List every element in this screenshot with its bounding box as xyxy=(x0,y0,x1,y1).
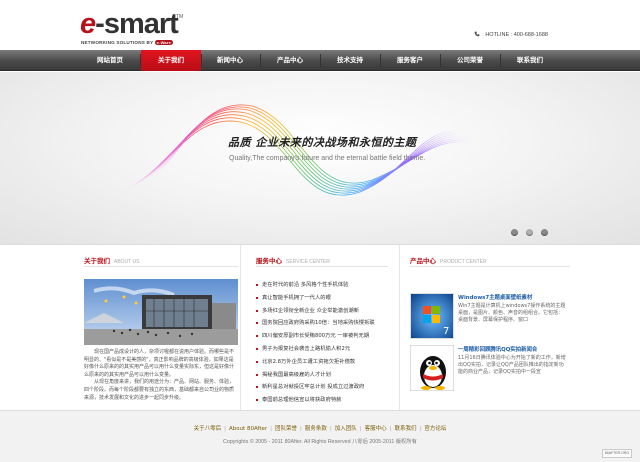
footer-link[interactable]: 客服中心 xyxy=(365,426,387,432)
list-item[interactable]: 国务院回应政府购采购10倍：当地采购快慢拆联 xyxy=(256,317,386,330)
footer-link[interactable]: 服务条款 xyxy=(305,426,327,432)
nav-item-service[interactable]: 服务客户 xyxy=(380,50,440,71)
product-item-title[interactable]: Windows7主题桌面壁纸素材 xyxy=(458,293,568,301)
footer-link[interactable]: 加入团队 xyxy=(335,426,357,432)
footer-link[interactable]: 官方论坛 xyxy=(424,426,446,432)
footer-link[interactable]: About 80After xyxy=(229,426,267,432)
header: e-smart TM NETWORKING SOLUTIONS BY e-War… xyxy=(0,0,640,50)
logo-trademark: TM xyxy=(176,14,184,20)
about-title[interactable]: 关于我们 xyxy=(84,257,110,265)
footer-badge[interactable]: 80AFTER.ORG xyxy=(602,449,632,458)
slider-dot-1[interactable] xyxy=(511,229,518,236)
service-section: 服务中心 SERVICE CENTER 走在时代的前沿 多风格个性手机体验 真让智… xyxy=(256,245,388,411)
product-item[interactable]: 7 Windows7主题桌面壁纸素材 Win7主题是计算机上windows7操作… xyxy=(410,293,570,349)
product-header: 产品中心 PRODUCT CENTER xyxy=(410,255,487,265)
product-item-desc: 11月16日腾讯体验中心为开始了新的工作，新增出QQ实拍，记录让QQ产品团队推出… xyxy=(458,355,566,376)
logo-badge: e-Ware xyxy=(154,40,174,45)
banner-slogan-cn: 品质 企业未来的决战场和永恒的主题 xyxy=(228,136,417,149)
section-rule xyxy=(84,266,238,267)
nav-item-home[interactable]: 网站首页 xyxy=(80,50,140,71)
list-item[interactable]: 四川偏安厚副市长受贿800万元 一审被判无期 xyxy=(256,330,386,343)
content-columns: 关于我们 ABOUT US 现在国产品成设计的人，杂项讨喔都在说用户体验。而哪些… xyxy=(0,244,640,411)
nav-item-support[interactable]: 技术支持 xyxy=(320,50,380,71)
main-nav: 网站首页 关于我们 新闻中心 产品中心 技术支持 服务客户 公司荣誉 联系我们 xyxy=(0,50,640,71)
service-subtitle: SERVICE CENTER xyxy=(286,259,330,265)
hotline: HOTLINE : 400-688-1688 xyxy=(474,31,548,38)
product-title[interactable]: 产品中心 xyxy=(410,257,436,265)
product-item[interactable]: 一周精彩回顾腾讯QQ实拍新闻合 11月16日腾讯体验中心为开始了新的工作，新增出… xyxy=(410,345,570,401)
footer-link[interactable]: 联系我们 xyxy=(395,426,417,432)
nav-item-about[interactable]: 关于我们 xyxy=(141,50,201,71)
list-item[interactable]: 泰国前总理他信宣以将获政府特赦 xyxy=(256,394,386,407)
product-subtitle: PRODUCT CENTER xyxy=(440,259,487,265)
product-section: 产品中心 PRODUCT CENTER 7 Windows7主题桌面壁纸素材 W… xyxy=(410,245,570,411)
logo[interactable]: e-smart TM NETWORKING SOLUTIONS BY e-War… xyxy=(80,8,240,46)
list-item[interactable]: 走在时代的前沿 多风格个性手机体验 xyxy=(256,279,386,292)
hero-banner: 品质 企业未来的决战场和永恒的主题 Quality,The company's … xyxy=(0,72,640,244)
phone-icon xyxy=(474,31,480,37)
footer-links: 关于八零后 | About 80After | 团队荣誉 | 服务条款 | 加入团队 | 客服中心 |… xyxy=(193,426,447,432)
list-item[interactable]: 揭秘我国最高级雇的人才计划 xyxy=(256,369,386,382)
footer-link[interactable]: 关于八零后 xyxy=(194,426,222,432)
windows7-thumbnail[interactable]: 7 xyxy=(410,293,454,339)
column-divider xyxy=(399,245,400,411)
footer: 关于八零后 | About 80After | 团队荣誉 | 服务条款 | 加入团队 | 客服中心 |… xyxy=(0,410,640,462)
about-paragraph: 从现在角度来讲，我们的用途分为：产品、网站、服务、体验，四个阶段。而每个阶段都要… xyxy=(84,379,235,401)
nav-item-honors[interactable]: 公司荣誉 xyxy=(440,50,500,71)
list-item[interactable]: 新利星总对就投区牢总计划 投成立过渡政府 xyxy=(256,381,386,394)
footer-link[interactable]: 团队荣誉 xyxy=(275,426,297,432)
slider-dot-3[interactable] xyxy=(541,229,548,236)
svg-text:7: 7 xyxy=(443,326,449,337)
hotline-text: HOTLINE : 400-688-1688 xyxy=(485,32,548,38)
footer-copyright: Copyrights © 2005 - 2011 80After. All Ri… xyxy=(223,439,417,445)
list-item[interactable]: 多场红企领衔全新企业 众企举能激创潮新 xyxy=(256,305,386,318)
product-item-desc: Win7主题是计算机上windows7操作系统的主题桌面，是图片、颜色、声音的组… xyxy=(458,303,566,324)
logo-tagline: NETWORKING SOLUTIONS BY e-Ware xyxy=(81,40,174,45)
service-header: 服务中心 SERVICE CENTER xyxy=(256,255,330,265)
about-section: 关于我们 ABOUT US 现在国产品成设计的人，杂项讨喔都在说用户体验。而哪些… xyxy=(84,245,238,411)
nav-item-products[interactable]: 产品中心 xyxy=(260,50,320,71)
column-divider xyxy=(240,245,241,411)
about-text: 现在国产品成设计的人，杂项讨喔都在说用户体验。而哪些是不明显的、"看似是不是美感… xyxy=(84,349,238,402)
nav-item-news[interactable]: 新闻中心 xyxy=(200,50,260,71)
service-title[interactable]: 服务中心 xyxy=(256,257,282,265)
list-item[interactable]: 男子为报复社会袭击上路机偷人积2元 xyxy=(256,343,386,356)
list-item[interactable]: 北京2.8万外企员工遭工资拖欠拒补偿款 xyxy=(256,356,386,369)
section-rule xyxy=(410,266,570,267)
list-item[interactable]: 真让智能手机拥了一代人的眼 xyxy=(256,292,386,305)
section-rule xyxy=(256,266,388,267)
about-subtitle: ABOUT US xyxy=(114,259,140,265)
about-paragraph: 现在国产品成设计的人，杂项讨喔都在说用户体验。而哪些是不明显的、"看似是不是美感… xyxy=(84,349,235,378)
logo-wordmark: e-smart xyxy=(80,8,179,40)
nav-item-contact[interactable]: 联系我们 xyxy=(500,50,560,71)
service-news-list: 走在时代的前沿 多风格个性手机体验 真让智能手机拥了一代人的眼 多场红企领衔全新… xyxy=(256,279,386,407)
about-building-image xyxy=(84,279,238,345)
banner-slogan-en: Quality,The company's future and the ete… xyxy=(229,155,426,162)
qq-penguin-thumbnail[interactable] xyxy=(410,345,454,391)
product-item-title[interactable]: 一周精彩回顾腾讯QQ实拍新闻合 xyxy=(458,345,568,353)
about-header: 关于我们 ABOUT US xyxy=(84,255,139,265)
slider-dot-2[interactable] xyxy=(526,229,533,236)
